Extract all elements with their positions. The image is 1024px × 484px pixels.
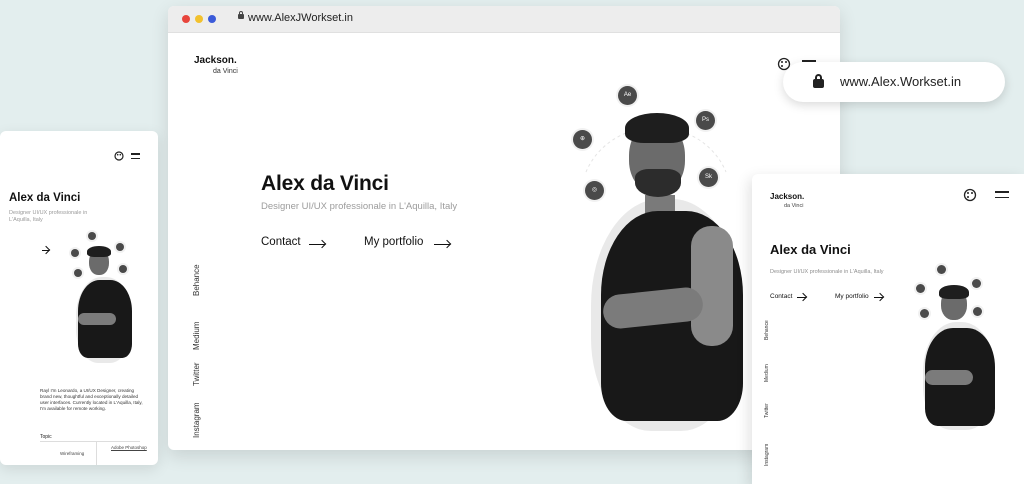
contact-label: Contact xyxy=(261,236,301,248)
after-effects-icon: Ae xyxy=(618,86,637,105)
mobile-preview: Alex da Vinci Designer UI/UX professiona… xyxy=(0,131,158,465)
arrow-right-icon xyxy=(434,244,450,245)
social-link-behance[interactable]: Behance xyxy=(764,320,770,340)
after-effects-icon xyxy=(937,265,946,274)
menu-icon[interactable] xyxy=(995,191,1009,202)
topic-item-wireframing: Wireframing xyxy=(60,451,85,456)
lock-icon xyxy=(238,11,244,19)
social-link-twitter[interactable]: Twitter xyxy=(764,403,770,418)
social-link-twitter[interactable]: Twitter xyxy=(192,362,201,386)
contact-link[interactable]: Contact xyxy=(261,236,301,248)
address-pill-url: www.Alex.Workset.in xyxy=(840,74,962,89)
profile-photo xyxy=(573,111,753,431)
hero-title: Alex da Vinci xyxy=(261,172,389,195)
social-link-instagram[interactable]: Instagram xyxy=(764,444,770,466)
portfolio-link[interactable]: My portfolio xyxy=(364,236,423,248)
palette-icon[interactable] xyxy=(114,151,124,161)
arrow-right-icon xyxy=(309,244,325,245)
brand-name[interactable]: Jackson. xyxy=(194,55,237,66)
address-bar-url[interactable]: www.AlexJWorkset.in xyxy=(248,12,353,24)
minimize-window-dot[interactable] xyxy=(195,15,203,23)
portfolio-label: My portfolio xyxy=(364,236,424,248)
mobile-subtitle: Designer UI/UX professionale in L'Aquill… xyxy=(9,210,88,223)
mobile-title: Alex da Vinci xyxy=(9,192,81,204)
brand-subtitle: da Vinci xyxy=(213,68,238,75)
social-link-behance[interactable]: Behance xyxy=(192,264,201,296)
divider xyxy=(40,441,140,442)
social-link-instagram[interactable]: Instagram xyxy=(192,402,201,438)
close-window-dot[interactable] xyxy=(182,15,190,23)
topic-item-photoshop[interactable]: Adobe Photoshop xyxy=(111,445,147,450)
brand-name[interactable]: Jackson. xyxy=(770,192,804,201)
tablet-preview: Jackson. da Vinci Alex da Vinci Designer… xyxy=(752,174,1024,484)
maximize-window-dot[interactable] xyxy=(208,15,216,23)
palette-icon[interactable] xyxy=(963,188,977,202)
social-link-medium[interactable]: Medium xyxy=(764,364,770,382)
contact-link[interactable]: Contact xyxy=(770,293,792,300)
portfolio-link[interactable]: My portfolio xyxy=(835,293,869,300)
mobile-about-text: Rayl I'm Leonardo, a UI/UX Designer, cre… xyxy=(40,388,143,411)
topic-label: Topic xyxy=(40,434,52,440)
tablet-subtitle: Designer UI/UX professionale in L'Aquill… xyxy=(770,269,884,275)
lock-icon xyxy=(813,74,824,88)
arrow-right-icon xyxy=(874,297,883,298)
menu-icon[interactable] xyxy=(131,153,140,163)
profile-photo xyxy=(70,245,136,363)
browser-toolbar: www.AlexJWorkset.in xyxy=(168,6,840,33)
profile-photo xyxy=(917,284,999,432)
social-link-medium[interactable]: Medium xyxy=(192,322,201,350)
brand-subtitle: da Vinci xyxy=(784,203,804,209)
tablet-title: Alex da Vinci xyxy=(770,242,851,257)
hero-subtitle: Designer UI/UX professionale in L'Aquill… xyxy=(261,201,458,212)
divider xyxy=(96,441,97,465)
address-pill[interactable]: www.Alex.Workset.in xyxy=(783,62,1005,102)
main-browser-window: www.AlexJWorkset.in Jackson. da Vinci Al… xyxy=(168,6,840,450)
after-effects-icon xyxy=(88,232,96,240)
arrow-right-icon xyxy=(797,297,806,298)
arrow-right-icon xyxy=(42,250,49,251)
